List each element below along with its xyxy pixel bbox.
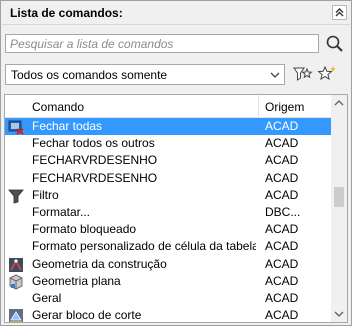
command-name: Geral (32, 290, 62, 305)
double-chevron-up-icon (335, 8, 344, 17)
command-name: Formatar... (32, 204, 91, 219)
command-name: FECHARVRDESENHO (32, 170, 158, 185)
list-item[interactable]: FECHARVRDESENHO ACAD (5, 152, 331, 169)
list-item[interactable]: Fechar todos os outros ACAD (5, 135, 331, 152)
column-header-command[interactable]: Comando (32, 100, 84, 114)
command-origin: ACAD (265, 308, 299, 323)
search-icon (326, 35, 343, 52)
filter-icon (8, 189, 24, 204)
command-origin: ACAD (265, 222, 299, 237)
chevron-down-icon (334, 311, 344, 317)
command-origin: ACAD (265, 187, 299, 202)
vertical-scrollbar[interactable] (331, 95, 347, 322)
command-icon (8, 120, 24, 135)
column-header-origin[interactable]: Origem (265, 100, 304, 114)
command-filter-dropdown[interactable]: Todos os comandos somente (5, 64, 285, 85)
command-origin: ACAD (265, 136, 299, 151)
command-origin: ACAD (265, 153, 299, 168)
panel-title: Lista de comandos: (10, 6, 123, 20)
scroll-thumb[interactable] (334, 187, 344, 207)
command-origin: ACAD (265, 273, 299, 288)
panel-header: Lista de comandos: (2, 2, 350, 25)
list-header: Comando Origem (5, 95, 331, 118)
search-field[interactable] (5, 34, 319, 53)
command-name: Geometria da construção (32, 256, 167, 271)
search-input[interactable] (10, 36, 310, 51)
list-item[interactable]: Gerar bloco de corte ACAD (5, 307, 331, 323)
command-name: Gerar bloco de corte (32, 308, 142, 323)
collapse-button[interactable] (332, 5, 347, 20)
filter-favorites-button[interactable] (292, 64, 314, 84)
scroll-up-button[interactable] (331, 95, 347, 111)
command-origin: ACAD (265, 290, 299, 305)
new-star-icon (317, 65, 336, 81)
list-item[interactable]: Geometria da construção ACAD (5, 256, 331, 273)
list-item[interactable]: Formato bloqueado ACAD (5, 221, 331, 238)
list-item[interactable]: Formatar... DBC... (5, 204, 331, 221)
commands-list[interactable]: Comando Origem Fechar todas ACAD Fechar … (4, 94, 348, 323)
section-block-icon (9, 309, 23, 322)
scroll-down-button[interactable] (331, 306, 347, 322)
command-name: Fechar todas (32, 119, 103, 133)
list-rows: Fechar todas ACAD Fechar todos os outros… (5, 118, 331, 323)
dropdown-arrow[interactable] (267, 66, 283, 83)
command-origin: ACAD (265, 170, 299, 185)
list-item[interactable]: FECHARVRDESENHO ACAD (5, 170, 331, 187)
list-item[interactable]: Geral ACAD (5, 290, 331, 307)
construction-geometry-icon (9, 257, 23, 272)
command-name: Formato bloqueado (32, 222, 137, 237)
list-item[interactable]: Geometria plana ACAD (5, 273, 331, 290)
command-name: FECHARVRDESENHO (32, 153, 158, 168)
column-separator[interactable] (258, 95, 259, 117)
filter-value: Todos os comandos somente (11, 68, 168, 82)
command-name: Formato personalizado de célula da tabel… (32, 239, 256, 254)
command-name: Filtro (32, 187, 59, 202)
planar-geometry-icon (9, 274, 23, 290)
chevron-down-icon (270, 72, 280, 78)
list-item[interactable]: Filtro ACAD (5, 187, 331, 204)
command-origin: DBC... (265, 204, 301, 219)
chevron-up-icon (334, 100, 344, 106)
command-origin: ACAD (265, 119, 299, 133)
command-origin: ACAD (265, 256, 299, 271)
list-item[interactable]: Fechar todas ACAD (5, 118, 331, 136)
command-name: Geometria plana (32, 273, 121, 288)
list-item[interactable]: Formato personalizado de célula da tabel… (5, 238, 331, 255)
filter-star-icon (293, 67, 313, 81)
search-button[interactable] (323, 33, 345, 54)
command-list-panel: Lista de comandos: Todos os comandos som… (0, 0, 352, 326)
command-name: Fechar todos os outros (32, 136, 155, 151)
new-command-button[interactable] (316, 64, 338, 84)
command-origin: ACAD (265, 239, 299, 254)
